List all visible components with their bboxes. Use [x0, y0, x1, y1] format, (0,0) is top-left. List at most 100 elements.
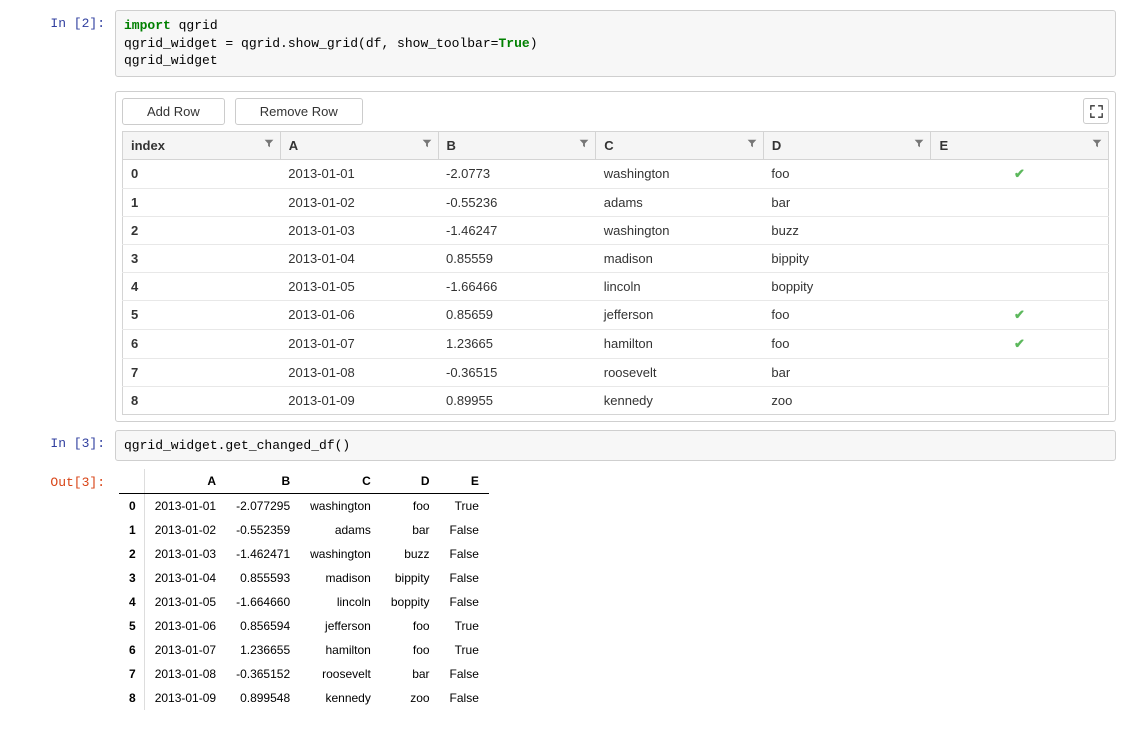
cell-E[interactable]: ✔ — [931, 159, 1109, 188]
cell-B[interactable]: 0.85659 — [438, 300, 596, 329]
cell-E[interactable] — [931, 216, 1109, 244]
cell-E[interactable]: ✔ — [931, 300, 1109, 329]
column-header-label: A — [289, 138, 298, 153]
cell-B[interactable]: -1.46247 — [438, 216, 596, 244]
cell-3-code[interactable]: qgrid_widget.get_changed_df() — [115, 430, 1116, 462]
cell-3-prompt-in: In [3]: — [20, 430, 115, 451]
add-row-button[interactable]: Add Row — [122, 98, 225, 125]
out-row-index: 6 — [119, 638, 144, 662]
filter-icon[interactable] — [747, 139, 757, 152]
cell-D[interactable]: bippity — [763, 244, 931, 272]
out-cell-A: 2013-01-05 — [144, 590, 226, 614]
cell-C[interactable]: washington — [596, 216, 764, 244]
table-row[interactable]: 42013-01-05-1.66466lincolnboppity — [123, 272, 1109, 300]
cell-A[interactable]: 2013-01-06 — [280, 300, 438, 329]
qgrid-table[interactable]: indexABCDE 02013-01-01-2.0773washingtonf… — [122, 131, 1109, 415]
column-header-E[interactable]: E — [931, 131, 1109, 159]
cell-C[interactable]: roosevelt — [596, 358, 764, 386]
cell-index[interactable]: 2 — [123, 216, 281, 244]
cell-E[interactable] — [931, 272, 1109, 300]
cell-2-prompt-in: In [2]: — [20, 10, 115, 31]
cell-A[interactable]: 2013-01-05 — [280, 272, 438, 300]
out-cell-B: -0.552359 — [226, 518, 300, 542]
column-header-index[interactable]: index — [123, 131, 281, 159]
cell-C[interactable]: adams — [596, 188, 764, 216]
cell-2-output: Add Row Remove Row indexABCDE 02013-01-0… — [20, 85, 1116, 422]
cell-C[interactable]: madison — [596, 244, 764, 272]
qgrid-body: 02013-01-01-2.0773washingtonfoo✔12013-01… — [123, 159, 1109, 414]
out-cell-D: foo — [381, 614, 440, 638]
table-row[interactable]: 52013-01-060.85659jeffersonfoo✔ — [123, 300, 1109, 329]
cell-D[interactable]: foo — [763, 329, 931, 358]
cell-index[interactable]: 7 — [123, 358, 281, 386]
cell-C[interactable]: lincoln — [596, 272, 764, 300]
cell-B[interactable]: -2.0773 — [438, 159, 596, 188]
table-row[interactable]: 72013-01-08-0.36515rooseveltbar — [123, 358, 1109, 386]
remove-row-button[interactable]: Remove Row — [235, 98, 363, 125]
table-row[interactable]: 32013-01-040.85559madisonbippity — [123, 244, 1109, 272]
cell-B[interactable]: 0.85559 — [438, 244, 596, 272]
out-cell-E: False — [440, 662, 489, 686]
cell-E[interactable] — [931, 358, 1109, 386]
qgrid-toolbar: Add Row Remove Row — [122, 98, 1109, 125]
cell-C[interactable]: washington — [596, 159, 764, 188]
cell-B[interactable]: 0.89955 — [438, 386, 596, 414]
cell-B[interactable]: -0.55236 — [438, 188, 596, 216]
filter-icon[interactable] — [422, 139, 432, 152]
column-header-label: index — [131, 138, 165, 153]
cell-index[interactable]: 4 — [123, 272, 281, 300]
cell-index[interactable]: 5 — [123, 300, 281, 329]
filter-icon[interactable] — [914, 139, 924, 152]
cell-2-code[interactable]: import qgrid qgrid_widget = qgrid.show_g… — [115, 10, 1116, 77]
cell-D[interactable]: boppity — [763, 272, 931, 300]
cell-A[interactable]: 2013-01-04 — [280, 244, 438, 272]
column-header-B[interactable]: B — [438, 131, 596, 159]
cell-index[interactable]: 6 — [123, 329, 281, 358]
out-cell-C: roosevelt — [300, 662, 381, 686]
column-header-C[interactable]: C — [596, 131, 764, 159]
column-header-A[interactable]: A — [280, 131, 438, 159]
cell-C[interactable]: hamilton — [596, 329, 764, 358]
cell-E[interactable]: ✔ — [931, 329, 1109, 358]
cell-D[interactable]: buzz — [763, 216, 931, 244]
filter-icon[interactable] — [1092, 139, 1102, 152]
cell-E[interactable] — [931, 386, 1109, 414]
cell-A[interactable]: 2013-01-02 — [280, 188, 438, 216]
cell-E[interactable] — [931, 244, 1109, 272]
cell-D[interactable]: foo — [763, 159, 931, 188]
qgrid-widget: Add Row Remove Row indexABCDE 02013-01-0… — [115, 91, 1116, 422]
cell-A[interactable]: 2013-01-03 — [280, 216, 438, 244]
filter-icon[interactable] — [579, 139, 589, 152]
cell-B[interactable]: 1.23665 — [438, 329, 596, 358]
cell-E[interactable] — [931, 188, 1109, 216]
table-row[interactable]: 62013-01-071.23665hamiltonfoo✔ — [123, 329, 1109, 358]
fullscreen-button[interactable] — [1083, 98, 1109, 124]
cell-D[interactable]: bar — [763, 358, 931, 386]
cell-B[interactable]: -0.36515 — [438, 358, 596, 386]
table-row[interactable]: 22013-01-03-1.46247washingtonbuzz — [123, 216, 1109, 244]
cell-index[interactable]: 3 — [123, 244, 281, 272]
cell-index[interactable]: 8 — [123, 386, 281, 414]
cell-B[interactable]: -1.66466 — [438, 272, 596, 300]
table-row[interactable]: 02013-01-01-2.0773washingtonfoo✔ — [123, 159, 1109, 188]
out-column-E: E — [440, 469, 489, 494]
cell-D[interactable]: bar — [763, 188, 931, 216]
column-header-D[interactable]: D — [763, 131, 931, 159]
column-header-label: C — [604, 138, 613, 153]
cell-D[interactable]: zoo — [763, 386, 931, 414]
cell-index[interactable]: 0 — [123, 159, 281, 188]
cell-A[interactable]: 2013-01-01 — [280, 159, 438, 188]
table-row[interactable]: 12013-01-02-0.55236adamsbar — [123, 188, 1109, 216]
cell-A[interactable]: 2013-01-09 — [280, 386, 438, 414]
dataframe-body: 02013-01-01-2.077295washingtonfooTrue120… — [119, 494, 489, 711]
table-row[interactable]: 82013-01-090.89955kennedyzoo — [123, 386, 1109, 414]
cell-D[interactable]: foo — [763, 300, 931, 329]
cell-A[interactable]: 2013-01-08 — [280, 358, 438, 386]
cell-3-output: Out[3]: ABCDE 02013-01-01-2.077295washin… — [20, 469, 1116, 710]
cell-index[interactable]: 1 — [123, 188, 281, 216]
filter-icon[interactable] — [264, 139, 274, 152]
cell-C[interactable]: kennedy — [596, 386, 764, 414]
cell-C[interactable]: jefferson — [596, 300, 764, 329]
out-cell-A: 2013-01-09 — [144, 686, 226, 710]
cell-A[interactable]: 2013-01-07 — [280, 329, 438, 358]
